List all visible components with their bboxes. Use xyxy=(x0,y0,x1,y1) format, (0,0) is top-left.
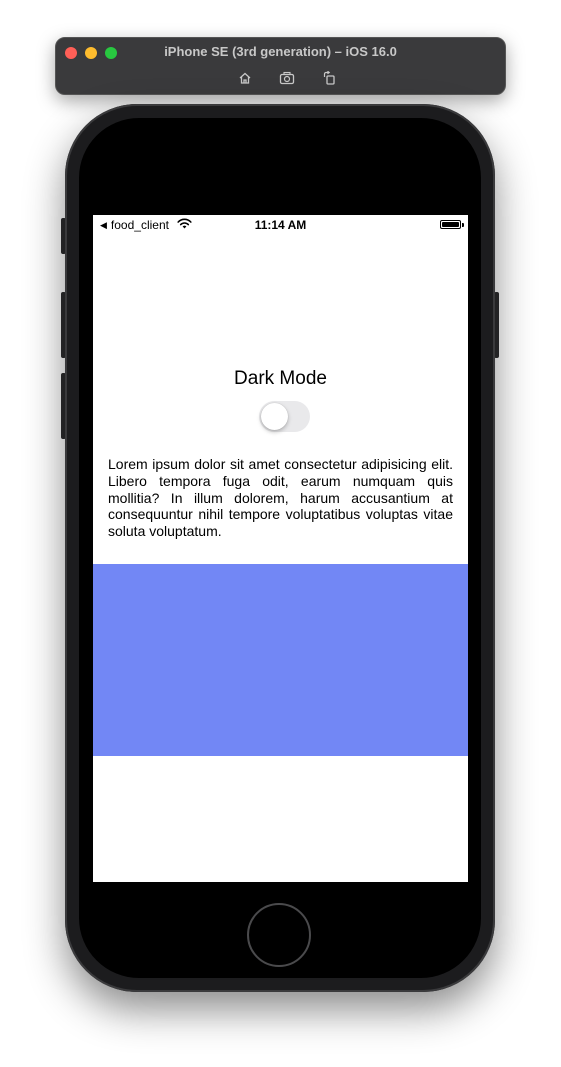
home-icon[interactable] xyxy=(235,69,255,87)
simulator-stage: iPhone SE (3rd generation) – iOS 16.0 ◀ … xyxy=(0,0,561,1067)
simulator-title: iPhone SE (3rd generation) – iOS 16.0 xyxy=(164,44,397,59)
simulator-title-bar: iPhone SE (3rd generation) – iOS 16.0 xyxy=(55,37,506,95)
dark-mode-toggle[interactable] xyxy=(259,401,310,432)
toggle-knob xyxy=(261,403,288,430)
color-box xyxy=(93,564,468,756)
status-bar: ◀ food_client 11:14 AM xyxy=(93,215,468,235)
screenshot-icon[interactable] xyxy=(277,69,297,87)
battery-icon xyxy=(440,220,461,229)
rotate-icon[interactable] xyxy=(319,69,339,87)
dark-mode-label: Dark Mode xyxy=(234,368,327,389)
simulator-toolbar xyxy=(235,69,339,87)
status-time: 11:14 AM xyxy=(254,218,307,232)
app-screen: ◀ food_client 11:14 AM Dark Mode Lorem i… xyxy=(93,215,468,882)
battery-tip xyxy=(462,223,464,227)
body-text: Lorem ipsum dolor sit amet consectetur a… xyxy=(108,456,453,540)
battery-level xyxy=(442,222,459,227)
home-button[interactable] xyxy=(247,903,311,967)
